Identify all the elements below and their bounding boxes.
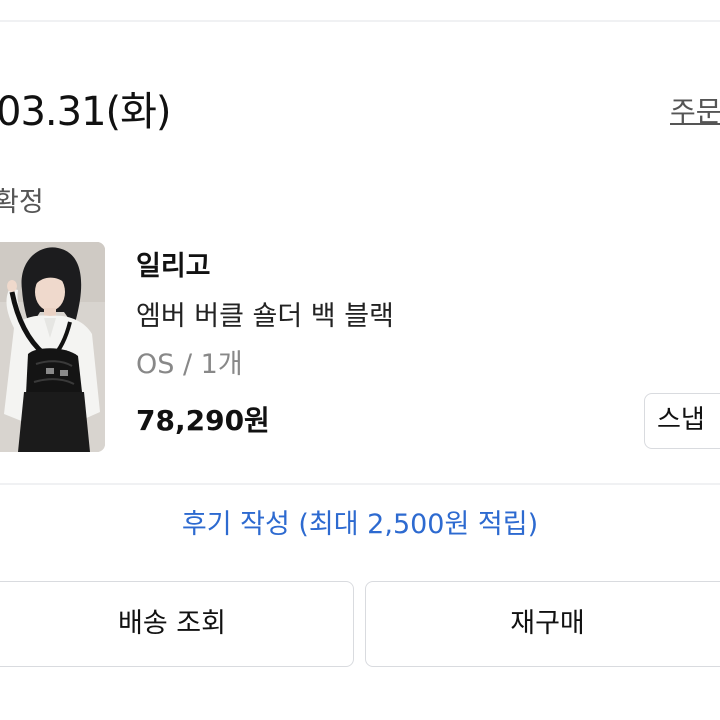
- reorder-button[interactable]: 재구매: [365, 581, 720, 667]
- track-shipping-button[interactable]: 배송 조회: [0, 581, 354, 667]
- write-review-button[interactable]: 후기 작성 (최대 2,500원 적립): [0, 505, 720, 545]
- section-divider: [0, 483, 720, 485]
- product-option: OS / 1개: [136, 349, 243, 380]
- order-history-page: 03.31(화) 주문 확정 일리고 엠버 버클 숄더 백 블랙 OS / 1개…: [0, 0, 720, 720]
- snap-button[interactable]: 스냅: [644, 393, 720, 449]
- order-date: 03.31(화): [0, 89, 172, 135]
- product-photo: [0, 242, 105, 452]
- product-thumbnail[interactable]: [0, 242, 105, 452]
- top-divider: [0, 20, 720, 22]
- order-detail-link[interactable]: 주문: [670, 92, 720, 132]
- brand-name[interactable]: 일리고: [136, 248, 211, 286]
- order-status: 확정: [0, 187, 44, 218]
- product-name[interactable]: 엠버 버클 숄더 백 블랙: [136, 298, 394, 336]
- product-price: 78,290원: [136, 404, 270, 437]
